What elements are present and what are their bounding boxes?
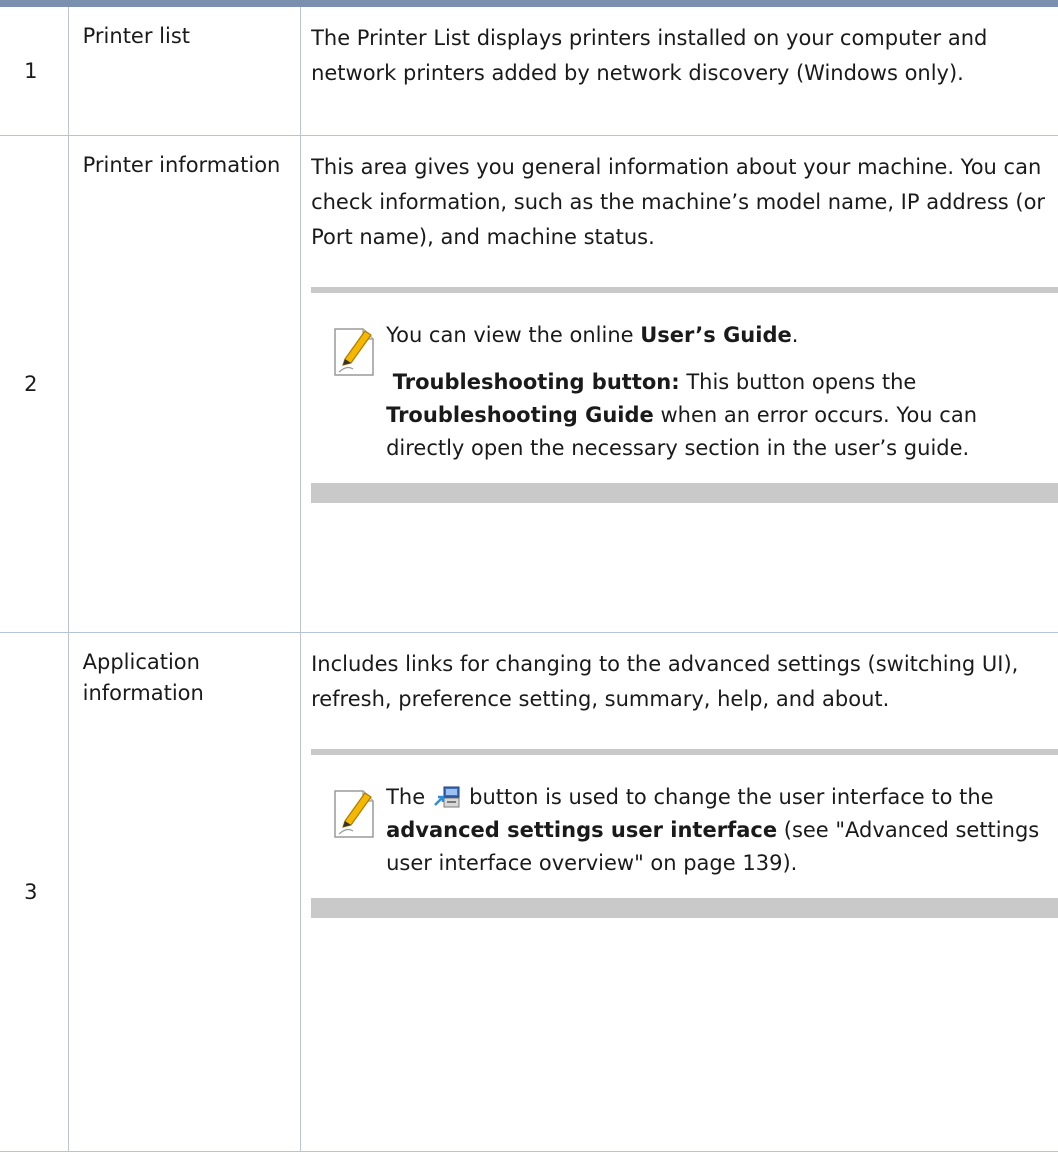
note-text-span: This button opens the bbox=[679, 370, 917, 394]
note-text-span: button is used to change the user interf… bbox=[469, 785, 994, 809]
note-pencil-icon bbox=[334, 790, 374, 838]
row-description: Includes links for changing to the advan… bbox=[300, 632, 1058, 1152]
note-line: You can view the online User’s Guide. bbox=[386, 319, 1052, 352]
feature-table: 1 Printer list The Printer List displays… bbox=[0, 0, 1058, 1152]
row-description: The Printer List displays printers insta… bbox=[300, 0, 1058, 136]
note-pencil-icon bbox=[334, 328, 374, 376]
description-text: The Printer List displays printers insta… bbox=[311, 26, 988, 85]
table-row: 3 Application information Includes links… bbox=[0, 632, 1058, 1152]
note-text-span: You can view the online bbox=[386, 323, 641, 347]
row-title: Application information bbox=[67, 632, 302, 1152]
row-number: 3 bbox=[0, 632, 69, 1152]
note-text: You can view the online User’s Guide. Tr… bbox=[386, 319, 1052, 465]
troubleshooting-guide-bold: Troubleshooting Guide bbox=[386, 403, 654, 427]
row-number: 2 bbox=[0, 135, 69, 633]
troubleshooting-button-bold: Troubleshooting button: bbox=[392, 370, 680, 394]
note-text: The button is used to change the user in… bbox=[386, 781, 1052, 880]
note-box: You can view the online User’s Guide. Tr… bbox=[311, 287, 1058, 503]
row-title: Printer list bbox=[67, 0, 302, 136]
row-title: Printer information bbox=[67, 135, 302, 633]
note-text-span: The bbox=[386, 785, 426, 809]
table-row: 2 Printer information This area gives yo… bbox=[0, 135, 1058, 633]
row-number: 1 bbox=[0, 0, 69, 136]
description-text: This area gives you general information … bbox=[311, 155, 1046, 249]
note-line: Troubleshooting button: This button open… bbox=[386, 366, 1052, 465]
table-row: 1 Printer list The Printer List displays… bbox=[0, 0, 1058, 136]
users-guide-bold: User’s Guide bbox=[640, 323, 792, 347]
note-line: The button is used to change the user in… bbox=[386, 781, 1052, 880]
note-box: The button is used to change the user in… bbox=[311, 749, 1058, 918]
row-description: This area gives you general information … bbox=[300, 135, 1058, 633]
switch-ui-icon bbox=[434, 786, 460, 808]
advanced-ui-bold: advanced settings user interface bbox=[386, 818, 778, 842]
note-text-span: . bbox=[791, 323, 799, 347]
description-text: Includes links for changing to the advan… bbox=[311, 652, 1019, 711]
